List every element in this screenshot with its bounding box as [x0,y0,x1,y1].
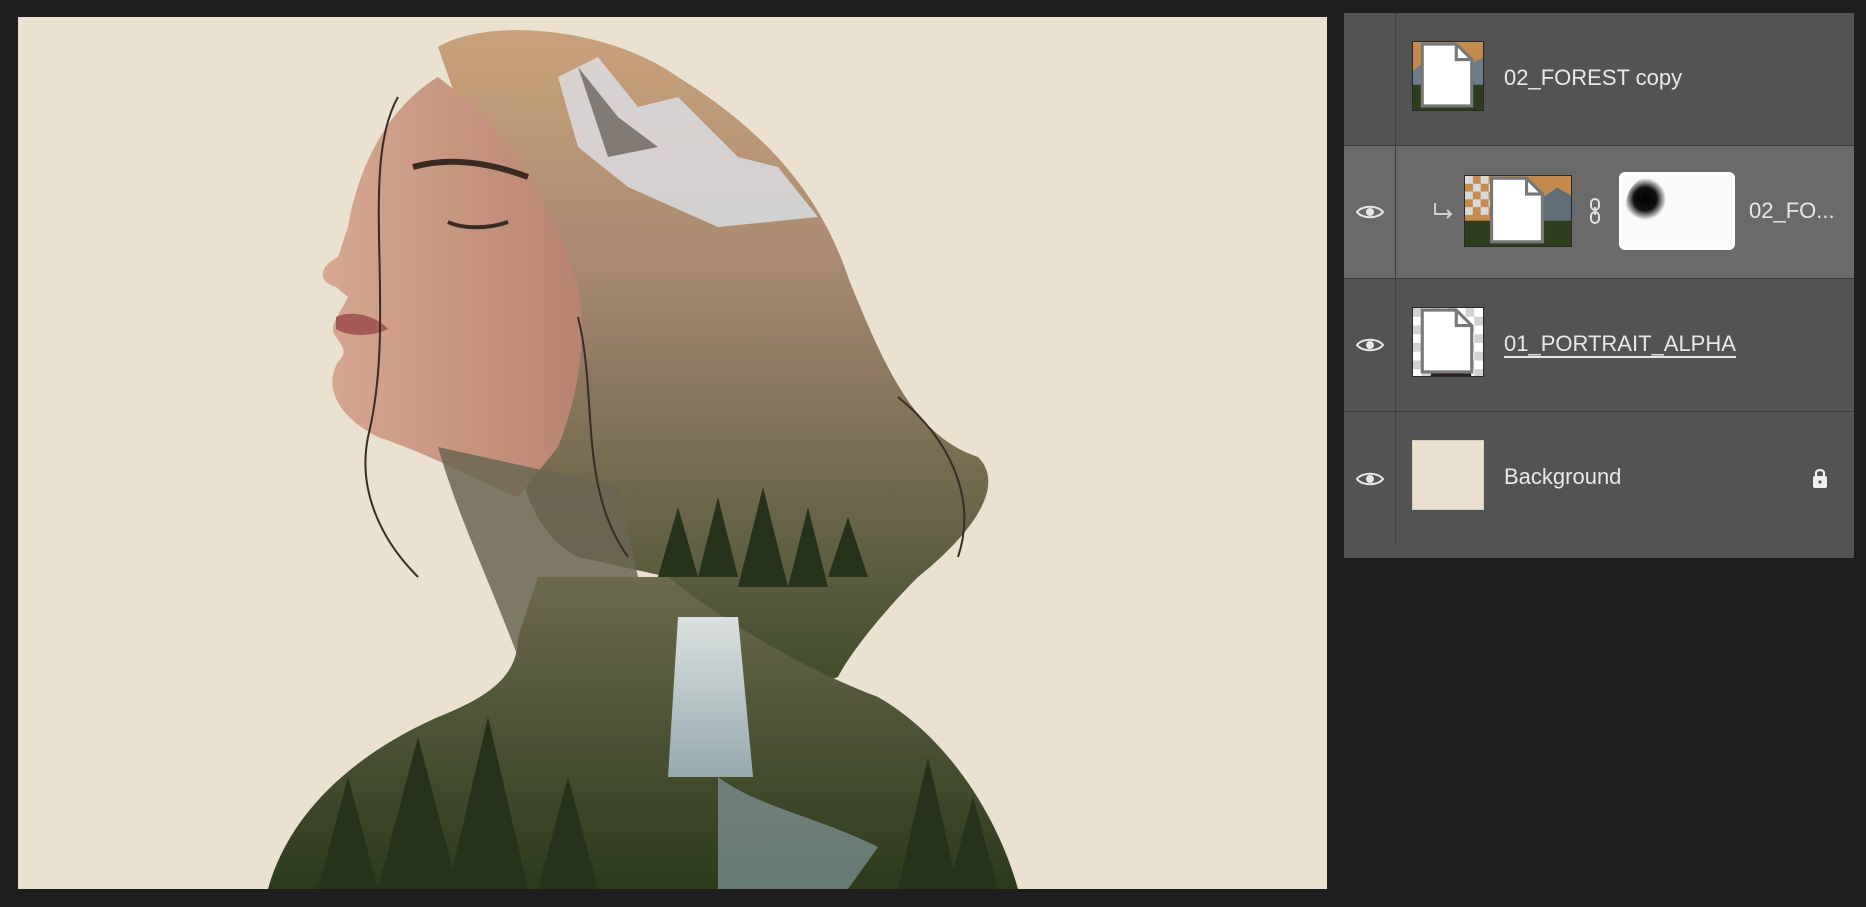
eye-icon[interactable] [1356,336,1384,354]
layer-thumbnail [1412,307,1484,377]
layer-thumbnail [1412,41,1484,111]
visibility-toggle[interactable] [1344,13,1396,145]
visibility-toggle[interactable] [1344,412,1396,545]
layer-row-forest-copy[interactable]: 02_FOREST copy [1344,13,1854,146]
visibility-toggle[interactable] [1344,279,1396,411]
double-exposure-artwork [268,30,1018,889]
visibility-toggle[interactable] [1344,146,1396,278]
layer-name: 02_FOREST copy [1504,65,1683,90]
layer-thumbnail [1412,440,1484,510]
smart-object-badge-icon [1489,176,1545,244]
eye-icon[interactable] [1356,203,1384,221]
layer-row-background[interactable]: Background [1344,412,1854,545]
smart-object-badge-icon [1420,308,1474,374]
layer-mask-thumbnail[interactable] [1619,172,1735,250]
layer-name: 02_FO... [1749,198,1835,223]
layer-name: 01_PORTRAIT_ALPHA [1504,331,1736,356]
smart-object-badge-icon [1420,42,1474,108]
layer-thumbnail [1464,175,1572,247]
mask-preview [1622,175,1732,247]
link-icon[interactable] [1588,198,1602,224]
lock-icon[interactable] [1812,467,1828,489]
document-canvas[interactable] [18,17,1327,889]
layers-panel: 02_FOREST copy 02_FO... 01_PORTRAIT_ALPH… [1344,13,1854,558]
clipping-arrow-icon [1434,203,1453,219]
layer-row-portrait[interactable]: 01_PORTRAIT_ALPHA [1344,279,1854,412]
layer-name: Background [1504,464,1622,489]
layer-row-forest-masked[interactable]: 02_FO... [1344,146,1854,279]
eye-icon[interactable] [1356,470,1384,488]
